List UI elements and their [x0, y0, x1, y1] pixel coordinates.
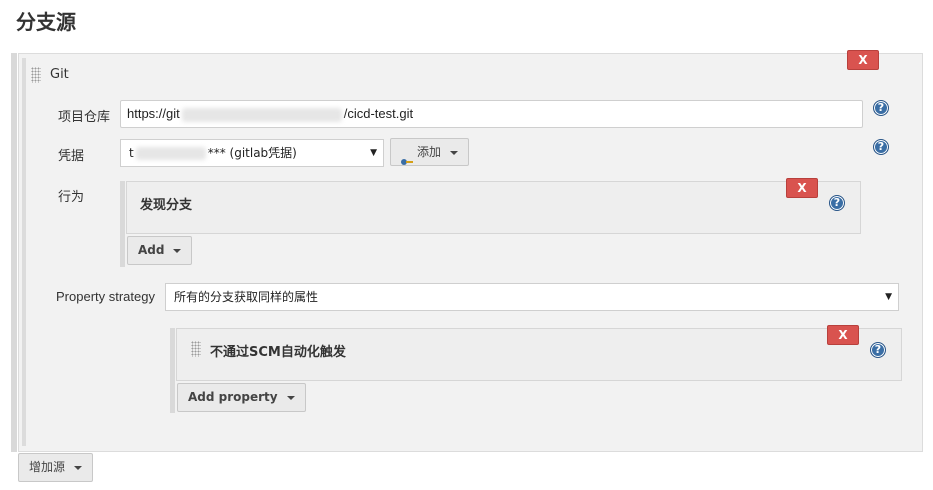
outer-left-bar [11, 53, 17, 452]
credentials-suffix: *** (gitlab凭据) [207, 146, 297, 160]
chevron-down-icon [450, 150, 459, 155]
repo-url-prefix: https://git [127, 106, 180, 121]
delete-git-source-button[interactable]: X [847, 50, 879, 70]
section-title: 分支源 [16, 10, 76, 34]
git-source-inner-bar [22, 58, 26, 446]
chevron-down-icon [74, 465, 83, 470]
drag-handle-icon[interactable] [31, 67, 41, 83]
delete-behavior-button[interactable]: X [786, 178, 818, 198]
add-property-label: Add property [188, 390, 278, 404]
property-strategy-value: 所有的分支获取同样的属性 [174, 290, 319, 304]
add-behavior-button[interactable]: Add [127, 236, 193, 265]
credentials-help-icon[interactable]: ? [873, 139, 889, 155]
property-help-icon[interactable]: ? [870, 342, 886, 358]
property-strategy-select[interactable]: 所有的分支获取同样的属性 ▼ [165, 283, 899, 311]
credentials-label: 凭据 [58, 149, 85, 164]
repo-help-icon[interactable]: ? [873, 100, 889, 116]
behavior-discover-branches-block [126, 181, 861, 234]
chevron-down-icon [173, 248, 182, 253]
add-behavior-label: Add [138, 243, 165, 257]
redacted-region [181, 107, 342, 122]
repo-url-input[interactable]: https://git/cicd-test.git [120, 100, 863, 128]
add-property-button[interactable]: Add property [177, 383, 306, 412]
credentials-prefix: t [129, 146, 134, 160]
behavior-help-icon[interactable]: ? [829, 195, 845, 211]
behavior-title: 发现分支 [140, 198, 193, 213]
add-source-button[interactable]: 增加源 [18, 453, 94, 482]
behaviors-side-bar [120, 181, 125, 267]
property-strategy-label: Property strategy [56, 289, 155, 304]
behaviors-label: 行为 [58, 190, 85, 205]
git-block-title: Git [50, 67, 69, 82]
repo-url-suffix: /cicd-test.git [343, 106, 414, 121]
repo-label: 项目仓库 [58, 110, 111, 125]
chevron-down-icon: ▼ [370, 148, 377, 158]
property-side-bar [170, 328, 175, 413]
drag-handle-icon[interactable] [191, 341, 201, 357]
chevron-down-icon [286, 395, 295, 400]
chevron-down-icon: ▼ [885, 292, 892, 302]
key-icon [401, 149, 413, 165]
add-credentials-label: 添加 [417, 145, 442, 159]
add-source-label: 增加源 [29, 460, 66, 474]
redacted-region [135, 147, 206, 160]
add-credentials-button[interactable]: 添加 [390, 138, 470, 166]
credentials-select[interactable]: t *** (gitlab凭据) ▼ [120, 139, 384, 167]
delete-property-button[interactable]: X [827, 325, 859, 345]
property-title: 不通过SCM自动化触发 [210, 345, 346, 360]
